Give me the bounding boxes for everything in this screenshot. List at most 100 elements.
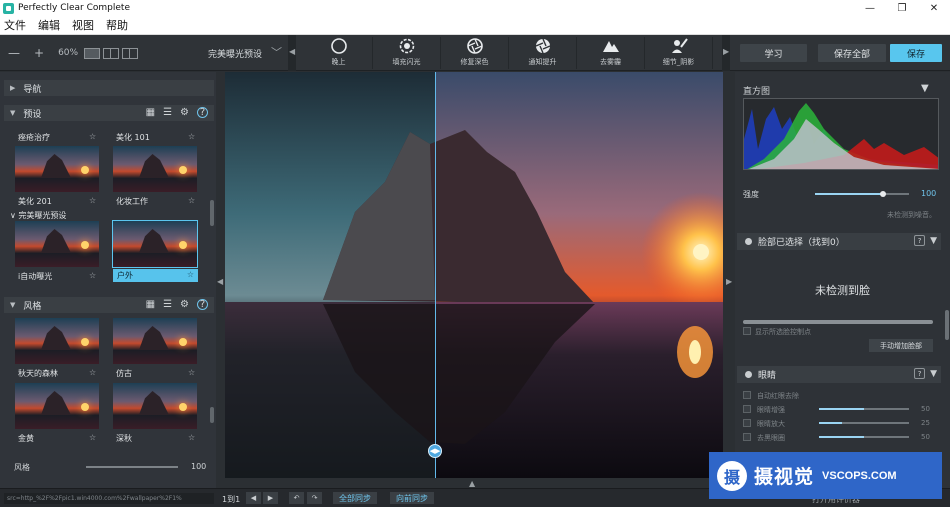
- star-icon[interactable]: ☆: [89, 433, 96, 442]
- toolbar-left-arrow[interactable]: ◀: [288, 35, 296, 71]
- watermark-url: VSCOPS.COM: [822, 469, 897, 482]
- split-divider[interactable]: [435, 72, 436, 478]
- preset-group-header[interactable]: ∨ 完美曝光预设: [10, 210, 66, 221]
- star-icon[interactable]: ☆: [187, 270, 194, 279]
- image-canvas[interactable]: ◀▶: [225, 72, 723, 478]
- help-icon[interactable]: ?: [914, 368, 926, 379]
- restore-button[interactable]: ❐: [886, 3, 918, 14]
- star-icon[interactable]: ☆: [188, 132, 195, 141]
- zoom-in-button[interactable]: +: [34, 46, 44, 60]
- navigator-header[interactable]: ▶ 导航: [4, 80, 214, 96]
- tool-night[interactable]: 晚上: [305, 37, 373, 69]
- preset-selector[interactable]: 完美曝光预设: [208, 47, 262, 60]
- star-icon[interactable]: ☆: [188, 196, 195, 205]
- eye-option-checkbox[interactable]: [743, 391, 751, 399]
- chevron-down-icon[interactable]: ﹀: [271, 44, 282, 60]
- save-all-button[interactable]: 保存全部: [818, 44, 886, 62]
- star-icon[interactable]: ☆: [188, 433, 195, 442]
- preset-thumbnail[interactable]: [15, 221, 99, 267]
- split-view-icon[interactable]: [103, 47, 120, 59]
- sync-forward-button[interactable]: 向前同步: [390, 492, 434, 504]
- styles-header[interactable]: ▼ 风格 ▦ ☰ ⚙ ?: [4, 297, 214, 313]
- gear-icon[interactable]: ⚙: [180, 299, 189, 310]
- tool-fix-dark[interactable]: 修复深色: [441, 37, 509, 69]
- tool-fill-flash[interactable]: 填充闪光: [373, 37, 441, 69]
- close-button[interactable]: ✕: [918, 3, 950, 14]
- presets-header[interactable]: ▼ 预设 ▦ ☰ ⚙ ?: [4, 105, 214, 121]
- show-points-label: 显示所选脸控制点: [755, 328, 811, 336]
- star-icon[interactable]: ☆: [89, 132, 96, 141]
- brush-person-icon: [670, 37, 688, 55]
- tool-boost[interactable]: 通知提升: [509, 37, 577, 69]
- side-by-side-view-icon[interactable]: [122, 47, 139, 59]
- toolbar-right-arrow[interactable]: ▶: [722, 35, 730, 71]
- collapse-arrow-icon[interactable]: ▼: [930, 236, 937, 246]
- right-panel-scrollbar[interactable]: [945, 310, 949, 340]
- help-icon[interactable]: ?: [197, 299, 208, 310]
- star-icon[interactable]: ☆: [89, 271, 96, 280]
- style-thumbnail[interactable]: [113, 318, 197, 364]
- source-path-field[interactable]: src=http_%2F%2Fpic1.win4000.com%2Fwallpa…: [4, 493, 214, 504]
- eye-option-checkbox[interactable]: [743, 419, 751, 427]
- grid-view-icon[interactable]: ▦: [146, 299, 155, 310]
- prev-image-button[interactable]: ◀: [246, 492, 261, 504]
- eyes-toggle-icon[interactable]: [745, 371, 752, 378]
- tool-dehaze[interactable]: 去雾霾: [577, 37, 645, 69]
- selected-preset-label[interactable]: 户外 ☆: [113, 269, 198, 282]
- preset-thumbnail[interactable]: [113, 146, 197, 192]
- gear-icon[interactable]: ⚙: [180, 107, 189, 118]
- preset-thumbnail-selected[interactable]: [112, 220, 198, 268]
- expand-bottom-panel-icon[interactable]: ▲: [469, 479, 475, 488]
- show-points-checkbox[interactable]: [743, 327, 751, 335]
- menu-view[interactable]: 视图: [72, 17, 94, 33]
- list-view-icon[interactable]: ☰: [163, 299, 172, 310]
- eye-option-checkbox[interactable]: [743, 405, 751, 413]
- style-label: 深秋: [116, 434, 132, 443]
- eyes-section-header[interactable]: 眼睛 ? ▼: [737, 366, 941, 383]
- tool-detail-shadow[interactable]: 细节_阴影: [645, 37, 713, 69]
- menu-edit[interactable]: 编辑: [38, 17, 60, 33]
- next-image-button[interactable]: ▶: [263, 492, 278, 504]
- strength-slider-knob[interactable]: [879, 191, 886, 197]
- star-icon[interactable]: ☆: [89, 368, 96, 377]
- preset-thumbnail[interactable]: [15, 146, 99, 192]
- help-icon[interactable]: ?: [197, 107, 208, 118]
- eye-option-checkbox[interactable]: [743, 433, 751, 441]
- face-slider[interactable]: [743, 320, 933, 324]
- grid-view-icon[interactable]: ▦: [146, 107, 155, 118]
- style-thumbnail[interactable]: [15, 318, 99, 364]
- add-face-button[interactable]: 手动增加脸部: [869, 339, 933, 352]
- style-thumbnail[interactable]: [113, 383, 197, 429]
- menu-help[interactable]: 帮助: [106, 17, 128, 33]
- face-toggle-icon[interactable]: [745, 238, 752, 245]
- histogram-menu-icon[interactable]: ▼: [921, 83, 929, 94]
- eye-option-value: 50: [921, 433, 930, 441]
- star-icon[interactable]: ☆: [188, 368, 195, 377]
- sync-all-button[interactable]: 全部同步: [333, 492, 377, 504]
- save-button[interactable]: 保存: [890, 44, 942, 62]
- help-icon[interactable]: ?: [914, 235, 926, 246]
- learn-button[interactable]: 学习: [740, 44, 807, 62]
- collapse-right-panel-icon[interactable]: ▶: [726, 277, 732, 286]
- presets-scrollbar[interactable]: [210, 200, 214, 226]
- presets-title: 预设: [23, 109, 42, 120]
- style-thumbnail[interactable]: [15, 383, 99, 429]
- rotate-right-icon[interactable]: ↷: [307, 492, 322, 504]
- menu-file[interactable]: 文件: [4, 17, 26, 33]
- face-section-header[interactable]: 脸部已选择（找到0） ? ▼: [737, 233, 941, 250]
- collapse-left-panel-icon[interactable]: ◀: [217, 277, 223, 286]
- star-icon[interactable]: ☆: [89, 196, 96, 205]
- zoom-controls: — + 60%: [8, 46, 141, 60]
- styles-scrollbar[interactable]: [210, 407, 214, 423]
- split-handle-icon[interactable]: ◀▶: [428, 444, 442, 458]
- list-view-icon[interactable]: ☰: [163, 107, 172, 118]
- zoom-out-button[interactable]: —: [8, 46, 20, 60]
- collapse-arrow-icon[interactable]: ▼: [930, 369, 937, 379]
- style-strength-slider[interactable]: [86, 466, 178, 468]
- rotate-left-icon[interactable]: ↶: [289, 492, 304, 504]
- strength-label: 强度: [743, 190, 759, 199]
- single-view-icon[interactable]: [84, 47, 101, 59]
- minimize-button[interactable]: —: [854, 3, 886, 14]
- preset-group-title: 完美曝光预设: [18, 211, 67, 220]
- strength-slider-fill: [815, 193, 883, 195]
